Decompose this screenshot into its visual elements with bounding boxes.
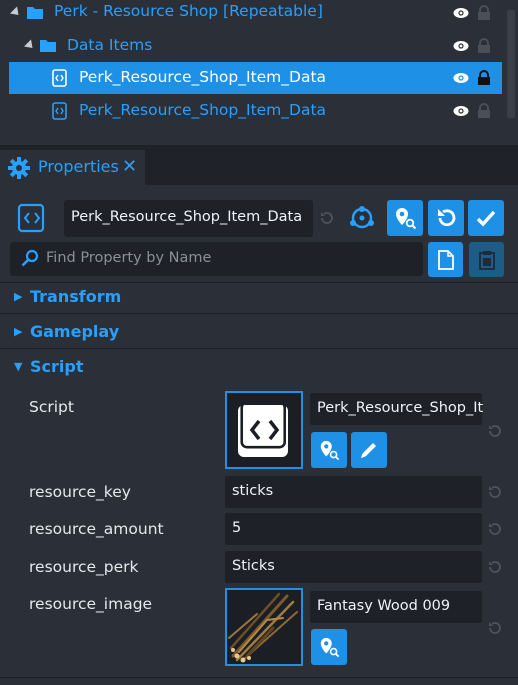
clipboard-icon: [478, 250, 495, 270]
hierarchy-scrollbar[interactable]: [505, 0, 518, 145]
checkmark-icon: [476, 210, 496, 227]
script-file-icon: [238, 401, 288, 457]
paste-button[interactable]: [469, 242, 504, 277]
map-pin-search-icon: [320, 440, 340, 461]
visibility-eye-icon[interactable]: [453, 104, 469, 118]
image-asset-value: Fantasy Wood 009: [317, 598, 451, 614]
image-asset-thumbnail[interactable]: [225, 588, 303, 666]
property-label: resource_amount: [29, 520, 164, 538]
section-label: Script: [30, 356, 84, 376]
property-value: sticks: [232, 483, 274, 499]
property-label: Script: [29, 398, 74, 416]
object-name-value: Perk_Resource_Shop_Item_Data: [71, 209, 303, 225]
section-script[interactable]: ▼ Script: [14, 354, 83, 378]
collapse-arrow-icon[interactable]: [9, 6, 23, 19]
hierarchy-row-data-items-folder[interactable]: Data Items: [9, 30, 502, 62]
script-asset-field[interactable]: Perk_Resource_Shop_It: [310, 393, 484, 425]
divider: [0, 313, 518, 314]
hierarchy-row-script[interactable]: Perk_Resource_Shop_Item_Data: [9, 95, 502, 127]
hierarchy-row-label: Perk_Resource_Shop_Item_Data: [79, 101, 327, 119]
revert-button[interactable]: [428, 200, 464, 236]
locate-image-button[interactable]: [311, 629, 347, 665]
hierarchy-panel: Perk - Resource Shop [Repeatable] Data I…: [0, 0, 518, 145]
close-icon[interactable]: ✕: [122, 156, 137, 177]
copy-button[interactable]: [428, 242, 463, 277]
tab-bar: Properties ✕: [0, 145, 518, 185]
property-value: Sticks: [232, 558, 275, 574]
lock-icon[interactable]: [477, 103, 491, 119]
reset-icon[interactable]: [319, 210, 335, 226]
property-search-input[interactable]: Find Property by Name: [10, 242, 423, 276]
script-file-icon: [17, 203, 45, 233]
reset-icon[interactable]: [487, 559, 503, 575]
visibility-eye-icon[interactable]: [453, 71, 469, 85]
section-transform[interactable]: ▶ Transform: [14, 284, 121, 308]
section-gameplay[interactable]: ▶ Gameplay: [14, 319, 119, 343]
folder-icon: [40, 40, 56, 52]
search-icon: [21, 249, 39, 267]
map-pin-search-icon: [396, 208, 417, 230]
expand-arrow-icon: ▶: [14, 289, 23, 303]
gear-icon: [8, 157, 30, 179]
properties-panel: Perk_Resource_Shop_Item_Data Find Proper…: [0, 185, 518, 685]
hierarchy-row-label: Perk_Resource_Shop_Item_Data: [79, 68, 327, 86]
script-asset-thumbnail[interactable]: [225, 391, 303, 469]
scrollbar-thumb[interactable]: [507, 10, 515, 118]
expand-arrow-icon: ▶: [14, 324, 23, 338]
visibility-eye-icon[interactable]: [453, 6, 469, 20]
lock-icon[interactable]: [477, 38, 491, 54]
section-label: Transform: [30, 286, 122, 306]
lock-icon[interactable]: [477, 5, 491, 21]
wood-sticks-image: [227, 590, 301, 664]
property-label: resource_image: [29, 595, 153, 613]
hierarchy-row-selected-script[interactable]: Perk_Resource_Shop_Item_Data: [9, 62, 502, 94]
folder-icon: [27, 7, 43, 19]
map-pin-search-icon: [320, 637, 340, 658]
apply-button[interactable]: [468, 200, 504, 236]
property-label: resource_key: [29, 483, 131, 501]
edit-script-button[interactable]: [351, 432, 387, 468]
locate-script-button[interactable]: [311, 432, 347, 468]
resource-amount-input[interactable]: 5: [225, 513, 482, 545]
hierarchy-row-label: Perk - Resource Shop [Repeatable]: [54, 2, 323, 20]
document-icon: [437, 249, 454, 270]
reset-icon[interactable]: [487, 620, 503, 636]
image-asset-field[interactable]: Fantasy Wood 009: [310, 591, 482, 623]
hierarchy-row-root-folder[interactable]: Perk - Resource Shop [Repeatable]: [9, 0, 502, 29]
search-placeholder: Find Property by Name: [46, 250, 212, 266]
script-file-icon: [52, 102, 67, 120]
script-file-icon: [52, 69, 67, 87]
collapse-arrow-icon[interactable]: [23, 39, 37, 52]
pencil-icon: [361, 443, 376, 458]
reset-icon[interactable]: [487, 484, 503, 500]
reset-icon[interactable]: [487, 423, 503, 439]
undo-icon: [438, 209, 456, 227]
script-asset-value: Perk_Resource_Shop_It: [317, 400, 484, 416]
resource-key-input[interactable]: sticks: [225, 476, 482, 508]
divider: [0, 348, 518, 349]
property-label: resource_perk: [29, 558, 139, 576]
networked-icon[interactable]: [348, 205, 376, 231]
section-label: Gameplay: [30, 321, 120, 341]
visibility-eye-icon[interactable]: [453, 39, 469, 53]
collapse-arrow-icon: ▼: [14, 359, 23, 373]
object-name-input[interactable]: Perk_Resource_Shop_Item_Data: [64, 200, 313, 237]
hierarchy-row-label: Data Items: [67, 36, 153, 54]
lock-icon[interactable]: [477, 70, 491, 86]
property-value: 5: [232, 520, 242, 536]
tab-properties[interactable]: Properties ✕: [0, 150, 145, 185]
divider: [0, 677, 518, 678]
locate-button[interactable]: [387, 200, 423, 236]
resource-perk-input[interactable]: Sticks: [225, 551, 482, 583]
divider: [0, 282, 518, 283]
tab-label: Properties: [38, 157, 119, 176]
reset-icon[interactable]: [487, 521, 503, 537]
